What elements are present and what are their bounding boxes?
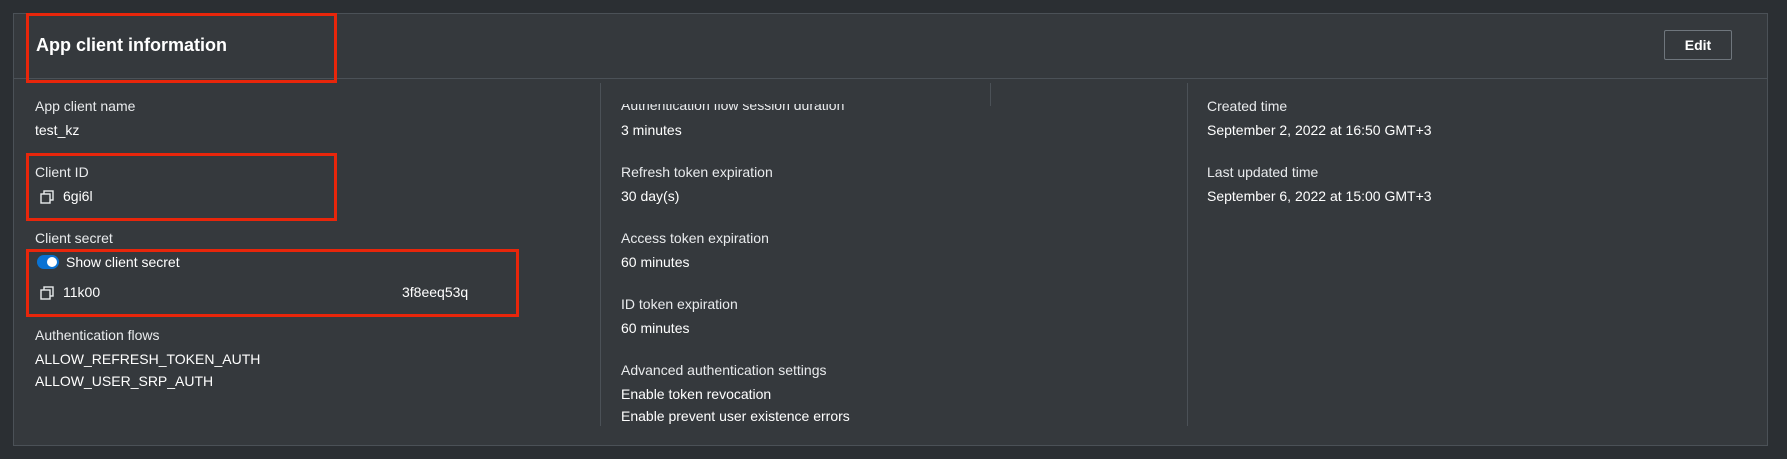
app-client-info-panel: App client information Edit	[13, 13, 1768, 446]
panel-title: App client information	[36, 35, 227, 55]
refresh-token-label: Refresh token expiration	[621, 164, 773, 180]
copy-icon[interactable]	[40, 286, 54, 300]
created-time-label: Created time	[1207, 98, 1288, 114]
client-id-value: 6gi6l	[63, 188, 93, 204]
updated-time-value: September 6, 2022 at 15:00 GMT+3	[1207, 188, 1432, 204]
client-secret-value-end: 3f8eeq53q	[402, 284, 469, 300]
session-duration-value: 3 minutes	[621, 122, 682, 138]
show-secret-toggle[interactable]	[37, 255, 59, 269]
app-client-name-value: test_kz	[35, 122, 80, 138]
id-token-value: 60 minutes	[621, 320, 690, 336]
panel-header: App client information Edit	[14, 14, 1767, 79]
client-secret-label: Client secret	[35, 230, 113, 246]
auth-flow-item: ALLOW_REFRESH_TOKEN_AUTH	[35, 351, 261, 367]
client-secret-value-start: 11k00	[63, 284, 101, 300]
edit-button[interactable]: Edit	[1664, 30, 1732, 60]
app-client-name-label: App client name	[35, 98, 136, 114]
session-duration-label-clip: Authentication flow session duration	[621, 104, 881, 116]
created-time-value: September 2, 2022 at 16:50 GMT+3	[1207, 122, 1432, 138]
advanced-settings-label: Advanced authentication settings	[621, 362, 827, 378]
access-token-value: 60 minutes	[621, 254, 690, 270]
advanced-setting-item: Enable prevent user existence errors	[621, 408, 850, 424]
show-secret-label[interactable]: Show client secret	[66, 254, 180, 270]
column-divider	[600, 83, 601, 426]
id-token-label: ID token expiration	[621, 296, 738, 312]
advanced-setting-item: Enable token revocation	[621, 386, 772, 402]
auth-flow-item: ALLOW_USER_SRP_AUTH	[35, 373, 214, 389]
copy-icon[interactable]	[40, 190, 54, 204]
refresh-token-value: 30 day(s)	[621, 188, 680, 204]
client-id-label: Client ID	[35, 164, 89, 180]
session-duration-label: Authentication flow session duration	[621, 104, 845, 113]
auth-flows-label: Authentication flows	[35, 327, 160, 343]
column-divider	[990, 83, 991, 106]
toggle-knob	[47, 257, 57, 267]
access-token-label: Access token expiration	[621, 230, 769, 246]
updated-time-label: Last updated time	[1207, 164, 1319, 180]
column-divider	[1187, 83, 1188, 426]
